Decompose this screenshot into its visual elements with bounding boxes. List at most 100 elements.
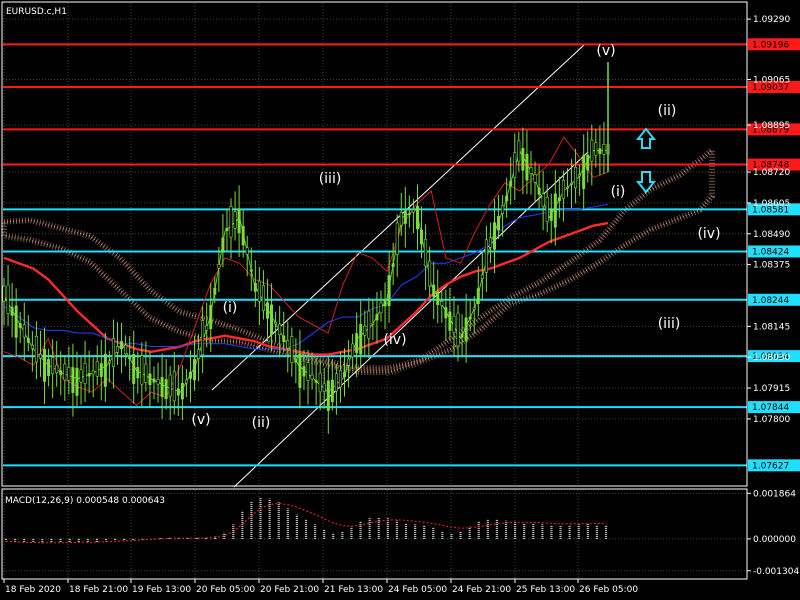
candle-body	[415, 205, 419, 230]
candle-body	[26, 337, 30, 343]
candle-body	[395, 222, 399, 255]
candle-body	[602, 144, 606, 155]
candle-body	[261, 285, 265, 311]
candle-body	[120, 341, 124, 350]
candle-body	[14, 305, 18, 338]
candle-body	[432, 284, 436, 297]
candle-body	[34, 336, 38, 363]
candle-body	[420, 229, 424, 245]
candle-body	[310, 374, 314, 380]
candle-body	[424, 238, 428, 267]
candle-body	[338, 370, 342, 388]
candle-body	[83, 363, 87, 384]
candle-body	[444, 307, 448, 319]
candle-body	[440, 301, 444, 306]
candle-body	[484, 239, 488, 273]
wave-label: (iv)	[697, 226, 720, 242]
candle-body	[476, 288, 480, 304]
candle-body	[594, 142, 598, 156]
candle-body	[103, 353, 107, 387]
candle-body	[574, 166, 578, 189]
candle-body	[152, 378, 156, 383]
candle-body	[168, 374, 172, 397]
candle-body	[298, 353, 302, 388]
candle-body	[55, 364, 59, 374]
time-tick-label: 24 Feb 21:00	[452, 585, 511, 595]
price-tick-label: 1.08895	[753, 121, 790, 131]
price-tick-label: 1.08145	[753, 322, 790, 332]
candle-body	[347, 358, 351, 366]
candle-body	[326, 380, 330, 411]
price-level-tag-label: 1.07844	[752, 403, 789, 413]
time-tick-label: 26 Feb 05:00	[579, 585, 638, 595]
candle-body	[253, 283, 257, 292]
candle-body	[480, 274, 484, 279]
candle-body	[160, 377, 164, 397]
candle-body	[553, 193, 557, 228]
time-tick-label: 25 Feb 13:00	[516, 585, 575, 595]
candle-body	[407, 213, 411, 215]
macd-tick-label: 0.001864	[753, 489, 796, 499]
wave-label: (ii)	[252, 415, 271, 431]
candle-body	[330, 379, 334, 403]
price-tick-label: 1.08030	[753, 353, 790, 363]
candle-body	[213, 287, 217, 295]
price-tick-label: 1.09065	[753, 75, 790, 85]
candle-body	[225, 228, 229, 232]
candle-body	[379, 302, 383, 314]
candle-body	[570, 182, 574, 185]
time-tick-label: 18 Feb 21:00	[69, 585, 128, 595]
candle-body	[18, 323, 22, 328]
candle-body	[172, 370, 176, 402]
candle-body	[545, 196, 549, 223]
candle-body	[549, 209, 553, 221]
candle-body	[59, 370, 63, 375]
candle-body	[497, 216, 501, 231]
candle-body	[47, 359, 51, 376]
candle-body	[205, 325, 209, 331]
candle-body	[38, 354, 42, 359]
candle-body	[282, 335, 286, 342]
candle-body	[209, 304, 213, 330]
candle-body	[367, 310, 371, 339]
wave-label: (v)	[596, 43, 615, 59]
candle-body	[201, 320, 205, 356]
wave-label: (iv)	[383, 332, 406, 348]
candle-body	[128, 357, 132, 360]
candle-body	[537, 187, 541, 195]
time-tick-label: 19 Feb 13:00	[132, 585, 191, 595]
candle-body	[71, 367, 75, 393]
time-tick-label: 18 Feb 2020	[5, 585, 61, 595]
candle-body	[578, 174, 582, 177]
candle-body	[132, 354, 136, 384]
candle-body	[452, 315, 456, 333]
candle-body	[557, 197, 561, 201]
candle-body	[468, 316, 472, 320]
candle-body	[314, 380, 318, 383]
time-tick-label: 21 Feb 13:00	[324, 585, 383, 595]
candle-body	[99, 363, 103, 377]
candle-body	[411, 209, 415, 213]
time-tick-label: 24 Feb 05:00	[388, 585, 447, 595]
candle-body	[164, 379, 168, 400]
macd-tick-label: -0.001304	[753, 567, 799, 577]
price-tick-label: 1.09290	[753, 15, 790, 25]
candle-body	[30, 344, 34, 349]
candle-body	[399, 212, 403, 226]
candle-body	[144, 363, 148, 383]
candle-body	[294, 358, 298, 363]
candle-body	[107, 360, 111, 363]
price-tick-label: 1.08605	[753, 199, 790, 209]
candle-body	[270, 304, 274, 335]
candle-body	[460, 334, 464, 338]
candle-body	[371, 322, 375, 325]
candle-body	[124, 344, 128, 355]
price-tick-label: 1.07800	[753, 415, 790, 425]
candle-body	[91, 370, 95, 375]
wave-label: (i)	[611, 184, 626, 200]
price-tick-label: 1.08375	[753, 261, 790, 271]
candle-body	[188, 371, 192, 379]
trading-chart: 1.091961.090371.088791.087481.085811.084…	[0, 0, 800, 600]
candle-body	[590, 139, 594, 162]
candle-body	[10, 306, 14, 316]
